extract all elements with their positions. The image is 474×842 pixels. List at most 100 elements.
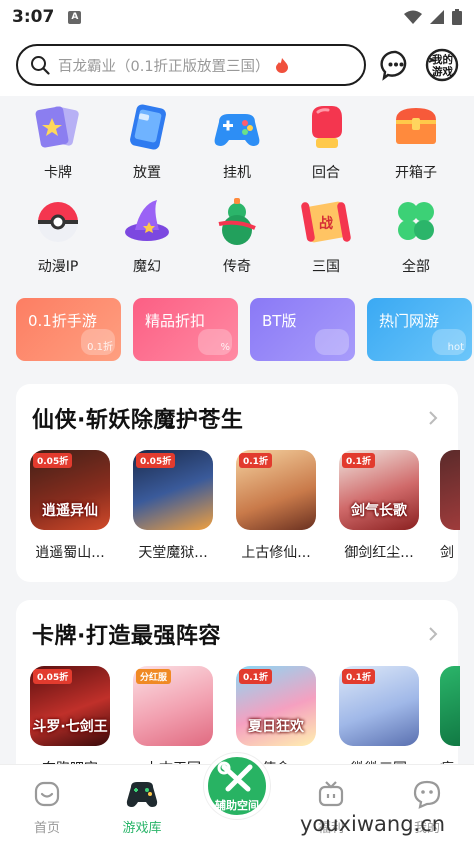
nav-label: 首页	[33, 821, 60, 836]
tablet-icon	[119, 100, 175, 156]
discount-tag: 0.1折	[239, 453, 272, 468]
game-card[interactable]: 0.05折 斗罗·七剑王 奔跑吧突	[28, 666, 112, 778]
chat-face-icon	[413, 780, 441, 809]
game-art-title: 夏日狂欢	[248, 719, 304, 735]
my-games-label: 我的 游戏	[432, 54, 453, 78]
game-icon: 0.05折	[133, 450, 213, 530]
game-icon: 0.1折 剑气长歌	[339, 450, 419, 530]
wizard-hat-icon	[119, 194, 175, 250]
category-label: 三国	[312, 259, 340, 275]
game-icon: 分红服	[133, 666, 213, 746]
discount-tag: 分红服	[136, 669, 172, 684]
category-label: 回合	[312, 165, 340, 181]
search-icon	[31, 56, 50, 75]
category-three-kingdoms[interactable]: 战 三国	[286, 194, 366, 276]
game-icon: 0.1折	[236, 450, 316, 530]
my-games-button[interactable]: 我的 游戏	[424, 47, 460, 83]
category-label: 挂机	[223, 165, 251, 181]
my-games-label-1: 我的	[432, 54, 453, 66]
search-placeholder: 百龙霸业（0.1折正版放置三国）	[58, 58, 270, 75]
notification-icon: A	[68, 10, 82, 24]
chevron-right-icon[interactable]	[428, 626, 438, 642]
search-input[interactable]: 百龙霸业（0.1折正版放置三国）	[16, 44, 366, 86]
discount-tag: 0.05折	[136, 453, 176, 468]
category-label: 放置	[133, 165, 161, 181]
hot-flame-icon	[275, 57, 288, 73]
header: 百龙霸业（0.1折正版放置三国） 我的 游戏	[0, 34, 474, 96]
game-card[interactable]: 剑	[440, 450, 460, 562]
discount-tag: 0.1折	[239, 669, 272, 684]
discount-tag: 0.05折	[33, 453, 73, 468]
nav-label: 游戏库	[122, 821, 162, 836]
promo-deco-icon	[315, 329, 349, 355]
category-fantasy[interactable]: 魔幻	[107, 194, 187, 276]
category-afk[interactable]: 挂机	[197, 100, 277, 182]
category-all[interactable]: 全部	[376, 194, 456, 276]
game-card[interactable]: 分红服 上古王冠	[131, 666, 215, 778]
message-button[interactable]	[380, 49, 412, 81]
category-legend[interactable]: 传奇	[197, 194, 277, 276]
promo-label: 0.1折手游	[28, 312, 97, 330]
treasure-chest-icon	[388, 100, 444, 156]
gamepad-icon	[209, 100, 265, 156]
promo-0-1-discount[interactable]: 0.1折手游 0.1折	[16, 298, 121, 361]
nav-game-library[interactable]: 游戏库	[107, 779, 177, 836]
discount-tag: 0.1折	[342, 669, 375, 684]
category-anime[interactable]: 动漫IP	[18, 194, 98, 276]
game-card[interactable]: 疯	[440, 666, 460, 778]
game-card[interactable]: 0.05折 逍遥异仙 逍遥蜀山...	[28, 450, 112, 562]
category-label: 魔幻	[133, 259, 161, 275]
promo-premium-discount[interactable]: 精品折扣 %	[133, 298, 238, 361]
promo-bt-version[interactable]: BT版	[250, 298, 355, 361]
game-name: 上古修仙...	[241, 545, 311, 561]
promo-deco-text: 0.1折	[87, 342, 113, 353]
promo-label: 热门网游	[379, 312, 440, 330]
game-icon	[440, 450, 460, 530]
message-icon	[380, 50, 407, 81]
watermark: youxiwang.cn	[300, 812, 446, 836]
signal-icon	[430, 10, 444, 24]
game-card[interactable]: 0.05折 天堂魔狱...	[131, 450, 215, 562]
wifi-icon	[404, 10, 422, 24]
nav-label: 辅助空间	[215, 799, 259, 812]
section-title: 仙侠·斩妖除魔护苍生	[32, 408, 244, 433]
scroll-icon: 战	[298, 194, 354, 250]
status-time: 3:07	[12, 7, 55, 27]
discount-tag: 0.1折	[342, 453, 375, 468]
gamepad-icon	[126, 782, 158, 807]
promo-hot-online[interactable]: 热门网游 hot	[367, 298, 472, 361]
category-turn[interactable]: 回合	[286, 100, 366, 182]
promo-deco-text: %	[220, 342, 230, 353]
game-icon: 0.05折 斗罗·七剑王	[30, 666, 110, 746]
status-icons	[404, 9, 462, 25]
tools-icon	[217, 761, 253, 792]
category-idle[interactable]: 放置	[107, 100, 187, 182]
clover-icon	[388, 194, 444, 250]
game-art-title: 斗罗·七剑王	[32, 719, 108, 735]
game-icon: 0.1折	[339, 666, 419, 746]
game-card[interactable]: 0.1折 微微三国	[337, 666, 421, 778]
game-name: 剑	[440, 545, 454, 561]
game-icon: 0.05折 逍遥异仙	[30, 450, 110, 530]
game-name: 御剑红尘...	[344, 545, 414, 561]
boxing-glove-icon	[298, 100, 354, 156]
category-label: 卡牌	[44, 165, 72, 181]
category-cards[interactable]: 卡牌	[18, 100, 98, 182]
game-icon: 0.1折 夏日狂欢	[236, 666, 316, 746]
tv-icon	[318, 781, 344, 807]
game-card[interactable]: 0.1折 上古修仙...	[234, 450, 318, 562]
nav-home[interactable]: 首页	[12, 779, 82, 836]
game-name: 天堂魔狱...	[138, 545, 208, 561]
my-games-label-2: 游戏	[432, 66, 453, 78]
section-xianxia: 仙侠·斩妖除魔护苍生 0.05折 逍遥异仙 逍遥蜀山... 0.05折 天堂魔狱…	[16, 384, 460, 582]
status-bar: 3:07 A	[0, 0, 474, 34]
game-card[interactable]: 0.1折 剑气长歌 御剑红尘...	[337, 450, 421, 562]
discount-tag: 0.05折	[33, 669, 73, 684]
category-grid: 卡牌 放置 挂机 回合 开箱子 动漫IP 魔幻 传奇 战 三国 全部	[0, 96, 474, 286]
category-label: 开箱子	[395, 165, 437, 181]
promo-deco-text: hot	[447, 342, 464, 353]
nav-assist-space[interactable]: 辅助空间	[204, 753, 270, 819]
game-art-title: 逍遥异仙	[42, 503, 98, 519]
chevron-right-icon[interactable]	[428, 410, 438, 426]
category-box[interactable]: 开箱子	[376, 100, 456, 182]
